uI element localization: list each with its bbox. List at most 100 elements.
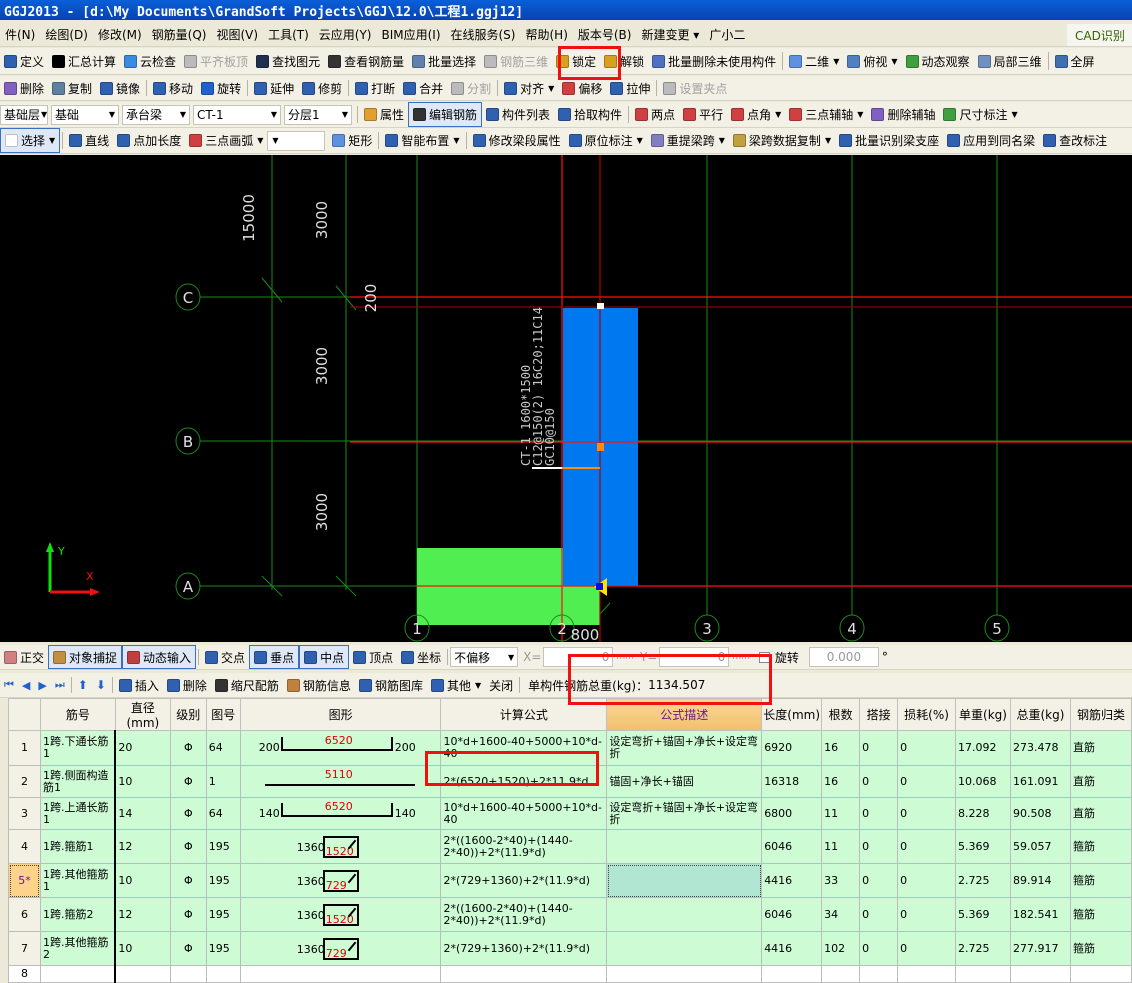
intersection-button[interactable]: 交点 [201,645,249,669]
modify-beam-button[interactable]: 修改梁段属性 [469,128,565,153]
cell-desc[interactable]: 锚固+净长+锚固 [606,765,763,798]
menu-item[interactable]: 绘图(D) [40,22,93,46]
copy-button[interactable]: 复制 [48,76,96,100]
cell-unit_w[interactable] [955,965,1011,983]
perpendicular-button[interactable]: 垂点 [249,645,300,669]
offset-mode-select[interactable]: 不偏移 ▼ [450,647,519,667]
column-header[interactable]: 级别 [169,698,207,731]
column-header[interactable]: 计算公式 [440,698,608,731]
cell-unit_w[interactable]: 17.092 [955,730,1011,766]
menu-item[interactable]: 广小二 [704,22,750,46]
cell-name[interactable]: 1跨.上通长筋1 [39,797,117,830]
binoculars-button[interactable]: 查找图元 [252,48,324,74]
dynamic-input-button[interactable]: 动态输入 [122,645,197,669]
cell-len[interactable]: 4416 [761,931,823,966]
other-button[interactable]: 其他 ▼ [427,673,485,697]
object-snap-button[interactable]: 对象捕捉 [48,645,123,669]
row-number[interactable]: 8 [8,965,41,983]
cell-grade[interactable]: Φ [169,730,207,766]
cell-grade[interactable] [169,965,207,983]
cell-unit_w[interactable]: 8.228 [955,797,1011,830]
cell-lap[interactable]: 0 [859,897,899,932]
cell-total_w[interactable]: 90.508 [1009,797,1071,830]
floor-selector-0[interactable]: 基础层 ▼ [0,104,48,125]
menu-item[interactable]: 件(N) [0,22,40,46]
row-number[interactable]: 3 [8,797,41,830]
table-row[interactable]: 2 1跨.侧面构造筋1 10 Φ 1 5110 2*(6520+1520)+2*11.9*d… [8,765,1132,798]
cell-name[interactable]: 1跨.其他箍筋1 [39,863,117,898]
top-view-button[interactable]: 俯视 ▼ [843,48,901,74]
cell-desc[interactable] [606,897,763,932]
first-record-icon[interactable]: ⏮ [0,673,18,697]
cell-shape[interactable]: 200 6520 200 [239,730,442,766]
cell-loss[interactable]: 0 [897,797,956,830]
cell-name[interactable]: 1跨.侧面构造筋1 [39,765,117,798]
cell-count[interactable] [821,965,861,983]
row-number[interactable]: 2 [8,765,41,798]
last-record-icon[interactable]: ⏭ [51,673,69,697]
delete-row-button[interactable]: 删除 [163,673,211,697]
cell-name[interactable] [39,965,117,983]
cell-total_w[interactable]: 161.091 [1009,765,1071,798]
floor-selector-4[interactable]: 分层1 ▼ [284,104,352,125]
rotate-button[interactable]: 旋转 [197,76,245,100]
cell-total_w[interactable]: 273.478 [1009,730,1071,766]
row-number[interactable]: 4 [8,829,41,864]
cloud-check-button[interactable]: 云检查 [120,48,180,74]
point-angle-button[interactable]: 点角 ▼ [727,102,785,127]
next-record-icon[interactable]: ▶ [34,673,50,697]
rectangle-button[interactable]: 矩形 [328,128,376,153]
drawing-canvas[interactable]: C B A 1 2 3 4 5 15000 3000 3000 3000 200… [0,155,1132,642]
sigma-button[interactable]: 汇总计算 [48,48,120,74]
cell-dia[interactable]: 10 [114,931,171,966]
arc-button[interactable]: 三点画弧 ▼ [185,128,267,153]
cell-count[interactable]: 16 [821,730,861,766]
component-list-button[interactable]: 构件列表 [482,102,554,127]
lock-button[interactable]: 锁定 [552,48,600,74]
smart-layout-button[interactable]: 智能布置 ▼ [381,128,463,153]
cell-lap[interactable]: 0 [859,730,899,766]
menu-item[interactable]: 修改(M) [93,22,147,46]
edit-rebar-button[interactable]: 编辑钢筋 [408,102,483,127]
vertex-button[interactable]: 顶点 [349,645,397,669]
cell-total_w[interactable]: 277.917 [1009,931,1071,966]
menu-item[interactable]: BIM应用(I) [376,22,445,46]
batch-support-button[interactable]: 批量识别梁支座 [835,128,943,153]
rotate-checkbox[interactable] [758,651,770,663]
cell-len[interactable]: 4416 [761,863,823,898]
row-number[interactable]: 7 [8,931,41,966]
local-3d-button[interactable]: 局部三维 [974,48,1046,74]
cell-dia[interactable]: 12 [114,897,171,932]
coordinate-button[interactable]: 坐标 [397,645,445,669]
cell-shape[interactable]: 140 6520 140 [239,797,442,830]
cell-fig[interactable]: 195 [205,863,241,898]
cell-fig[interactable]: 195 [205,897,241,932]
cell-loss[interactable]: 0 [897,829,956,864]
cell-shape[interactable]: 1360 729 [239,931,442,966]
cell-fig[interactable]: 195 [205,931,241,966]
property-button[interactable]: 属性 [360,102,408,127]
break-button[interactable]: 打断 [351,76,399,100]
cell-desc[interactable]: 设定弯折+锚固+净长+设定弯折 [606,797,763,830]
cell-name[interactable]: 1跨.箍筋1 [39,829,117,864]
table-row[interactable]: 1 1跨.下通长筋1 20 Φ 64 200 6520 200 10*d+1600-40+500… [8,730,1132,766]
column-header[interactable]: 公式描述 [606,698,763,731]
cell-shape[interactable]: 1360 729 [239,863,442,898]
cell-fig[interactable] [205,965,241,983]
cell-cat[interactable]: 箍筋 [1069,829,1132,864]
cell-grade[interactable]: Φ [169,863,207,898]
cell-fig[interactable]: 64 [205,730,241,766]
table-row[interactable]: 7 1跨.其他箍筋2 10 Φ 195 1360 729 2*(729+1360)+2*(11… [8,931,1132,966]
cell-dia[interactable]: 10 [114,863,171,898]
cell-name[interactable]: 1跨.下通长筋1 [39,730,117,766]
pick-button[interactable]: 拾取构件 [554,102,626,127]
cell-loss[interactable]: 0 [897,931,956,966]
cell-unit_w[interactable]: 2.725 [955,931,1011,966]
cell-grade[interactable]: Φ [169,797,207,830]
chevron-down-icon[interactable]: ▼ [548,84,554,93]
cell-lap[interactable] [859,965,899,983]
cad-recognition-tab[interactable]: CAD识别 [1067,24,1132,46]
move-button[interactable]: 移动 [149,76,197,100]
cell-lap[interactable]: 0 [859,863,899,898]
column-header[interactable]: 图号 [205,698,241,731]
